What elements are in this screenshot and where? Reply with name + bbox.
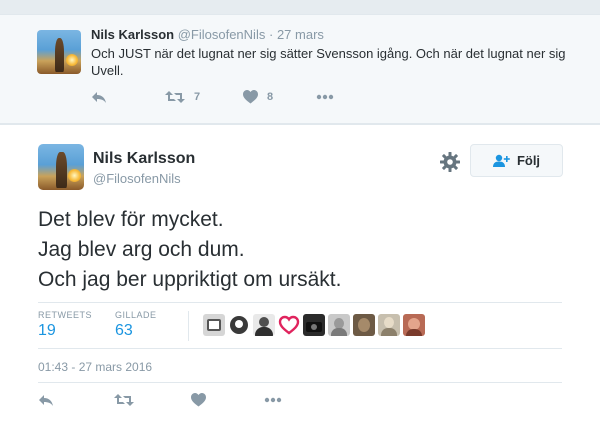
liker-avatar[interactable] xyxy=(303,314,325,336)
add-user-icon xyxy=(492,154,510,167)
like-button[interactable] xyxy=(191,390,206,410)
settings-button[interactable] xyxy=(439,151,461,173)
main-tweet: Nils Karlsson @FilosofenNils Följ Det bl… xyxy=(0,124,600,437)
avatar[interactable] xyxy=(38,144,84,190)
tweet-text: Det blev för mycket. Jag blev arg och du… xyxy=(38,205,558,295)
reply-button[interactable] xyxy=(91,87,107,107)
heart-icon xyxy=(243,90,258,104)
like-count: 8 xyxy=(267,91,274,103)
retweet-count: 7 xyxy=(194,91,201,103)
stats-divider xyxy=(188,311,189,341)
likes-stat[interactable]: GILLADE 63 xyxy=(115,310,157,340)
retweet-icon xyxy=(114,394,134,406)
tweet-stats: RETWEETS 19 GILLADE 63 xyxy=(38,302,562,349)
retweets-stat[interactable]: RETWEETS 19 xyxy=(38,310,92,340)
retweet-icon xyxy=(165,91,185,103)
reply-date[interactable]: 27 mars xyxy=(277,27,324,42)
liker-avatar[interactable] xyxy=(253,314,275,336)
avatar-sun xyxy=(68,168,82,182)
avatar-sun xyxy=(66,53,79,67)
gear-icon xyxy=(440,152,460,172)
avatar[interactable] xyxy=(37,30,81,74)
reply-icon xyxy=(39,395,53,406)
more-icon xyxy=(264,397,282,403)
reply-text: Och JUST när det lugnat ner sig sätter S… xyxy=(91,46,566,78)
more-icon xyxy=(316,94,334,100)
tweet-action-bar xyxy=(38,388,338,410)
more-button[interactable] xyxy=(264,390,282,410)
heart-icon xyxy=(278,315,300,335)
liker-avatar[interactable] xyxy=(278,314,300,336)
follow-label: Följ xyxy=(516,153,541,168)
reply-action-bar: 7 8 xyxy=(91,87,391,107)
retweets-value: 19 xyxy=(38,322,56,339)
follow-button[interactable]: Följ xyxy=(470,144,563,177)
separator-dot: · xyxy=(268,27,274,42)
retweets-label: RETWEETS xyxy=(38,310,93,320)
more-button[interactable] xyxy=(316,87,334,107)
reply-header: Nils Karlsson @FilosofenNils · 27 mars xyxy=(91,27,324,42)
liker-avatar[interactable] xyxy=(328,314,350,336)
author-name[interactable]: Nils Karlsson xyxy=(93,150,195,168)
tweet-line: Jag blev arg och dum. xyxy=(38,238,245,261)
avatar-figure xyxy=(54,37,65,73)
retweet-button[interactable]: 7 xyxy=(165,87,200,107)
liker-avatar[interactable] xyxy=(403,314,425,336)
likers-list xyxy=(203,314,425,336)
divider xyxy=(38,382,562,383)
reply-author-handle[interactable]: @FilosofenNils xyxy=(178,27,266,42)
author-handle[interactable]: @FilosofenNils xyxy=(93,171,181,186)
tweet-timestamp[interactable]: 01:43 - 27 mars 2016 xyxy=(38,360,152,374)
tweet-line: Och jag ber uppriktigt om ursäkt. xyxy=(38,268,342,291)
heart-icon xyxy=(191,393,206,407)
reply-button[interactable] xyxy=(38,390,54,410)
liker-avatar[interactable] xyxy=(353,314,375,336)
reply-tweet[interactable]: Nils Karlsson @FilosofenNils · 27 mars O… xyxy=(0,14,600,124)
liker-avatar[interactable] xyxy=(203,314,225,336)
reply-author-name[interactable]: Nils Karlsson xyxy=(91,27,174,42)
reply-icon xyxy=(92,92,106,103)
like-button[interactable]: 8 xyxy=(243,87,273,107)
liker-avatar[interactable] xyxy=(378,314,400,336)
tweet-line: Det blev för mycket. xyxy=(38,208,224,231)
retweet-button[interactable] xyxy=(114,390,134,410)
liker-avatar[interactable] xyxy=(228,314,250,336)
avatar-figure xyxy=(56,152,67,189)
likes-label: GILLADE xyxy=(115,310,157,320)
likes-value: 63 xyxy=(115,322,133,339)
